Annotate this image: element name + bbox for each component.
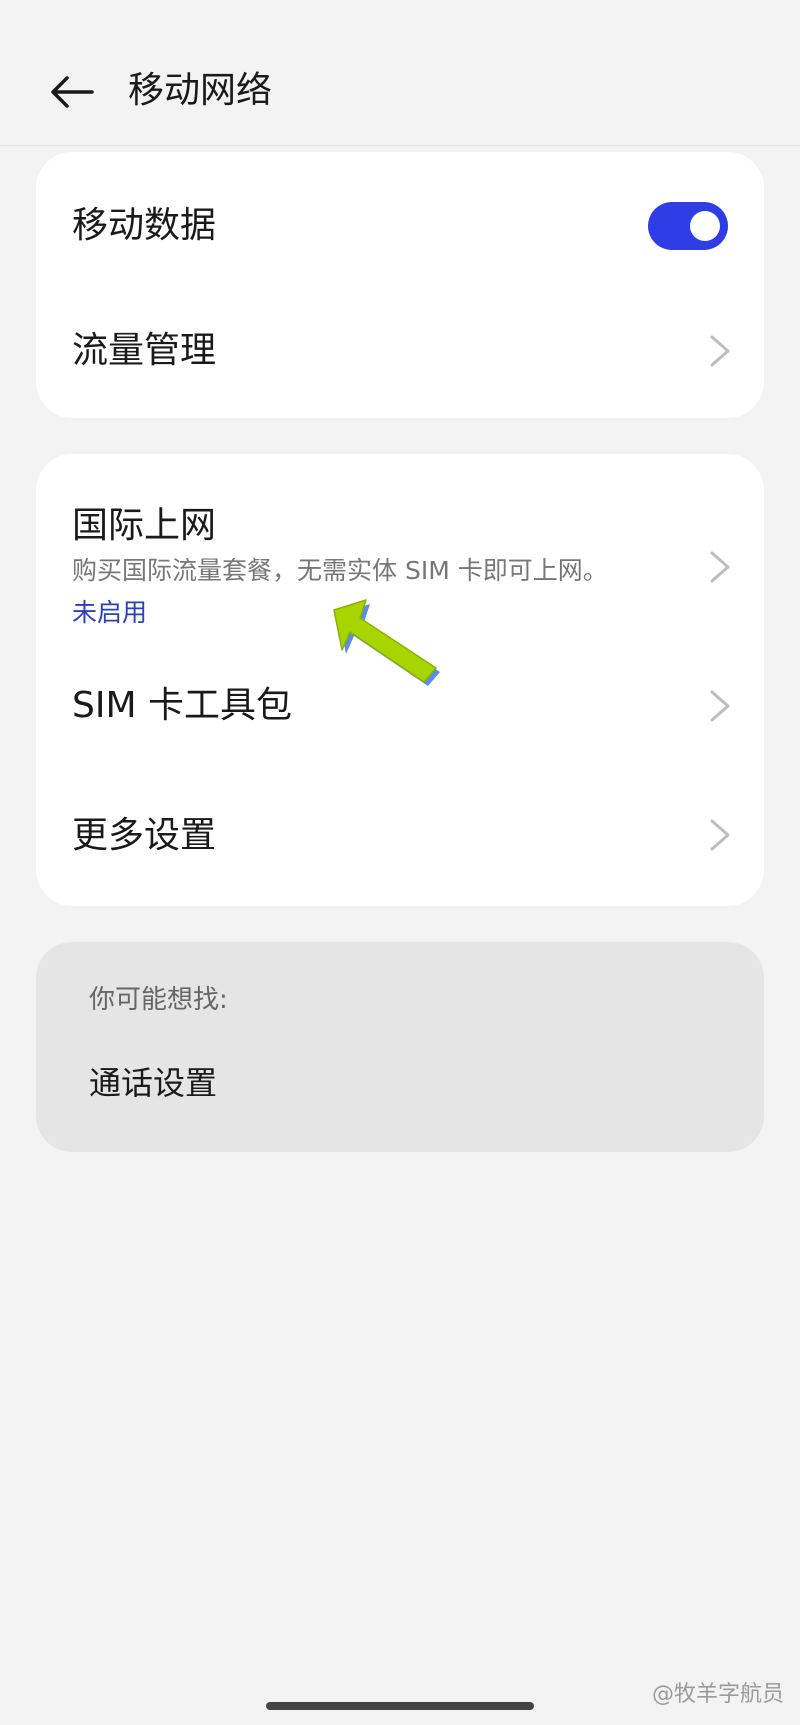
suggestions-card: 你可能想找: 通话设置 (36, 942, 764, 1152)
mobile-data-row[interactable]: 移动数据 (36, 152, 764, 285)
page-title: 移动网络 (128, 70, 273, 111)
more-settings-label: 更多设置 (72, 815, 217, 856)
more-settings-row[interactable]: 更多设置 (36, 774, 764, 906)
annotation-arrow-icon (333, 599, 440, 686)
chevron-right-icon (710, 551, 730, 583)
mobile-data-label: 移动数据 (72, 205, 217, 246)
traffic-management-row[interactable]: 流量管理 (36, 285, 764, 418)
international-roaming-status: 未启用 (72, 598, 148, 627)
sim-toolkit-label: SIM 卡工具包 (72, 685, 292, 726)
top-app-bar: 移动网络 (0, 0, 800, 146)
mobile-data-card: 移动数据 流量管理 (36, 152, 764, 418)
chevron-right-icon (710, 335, 730, 367)
suggestion-call-settings[interactable]: 通话设置 (89, 1061, 217, 1105)
international-roaming-label: 国际上网 (72, 505, 217, 546)
mobile-data-toggle[interactable] (648, 202, 728, 250)
watermark: @牧羊字航员 (651, 1682, 784, 1707)
home-indicator[interactable] (266, 1702, 534, 1710)
arrow-left-icon (51, 76, 94, 108)
back-button[interactable] (40, 60, 104, 124)
traffic-management-label: 流量管理 (72, 330, 217, 371)
chevron-right-icon (710, 819, 730, 851)
suggestions-title: 你可能想找: (89, 985, 228, 1015)
toggle-knob (690, 211, 720, 241)
chevron-right-icon (710, 690, 730, 722)
international-roaming-description: 购买国际流量套餐，无需实体 SIM 卡即可上网。 (72, 556, 608, 585)
